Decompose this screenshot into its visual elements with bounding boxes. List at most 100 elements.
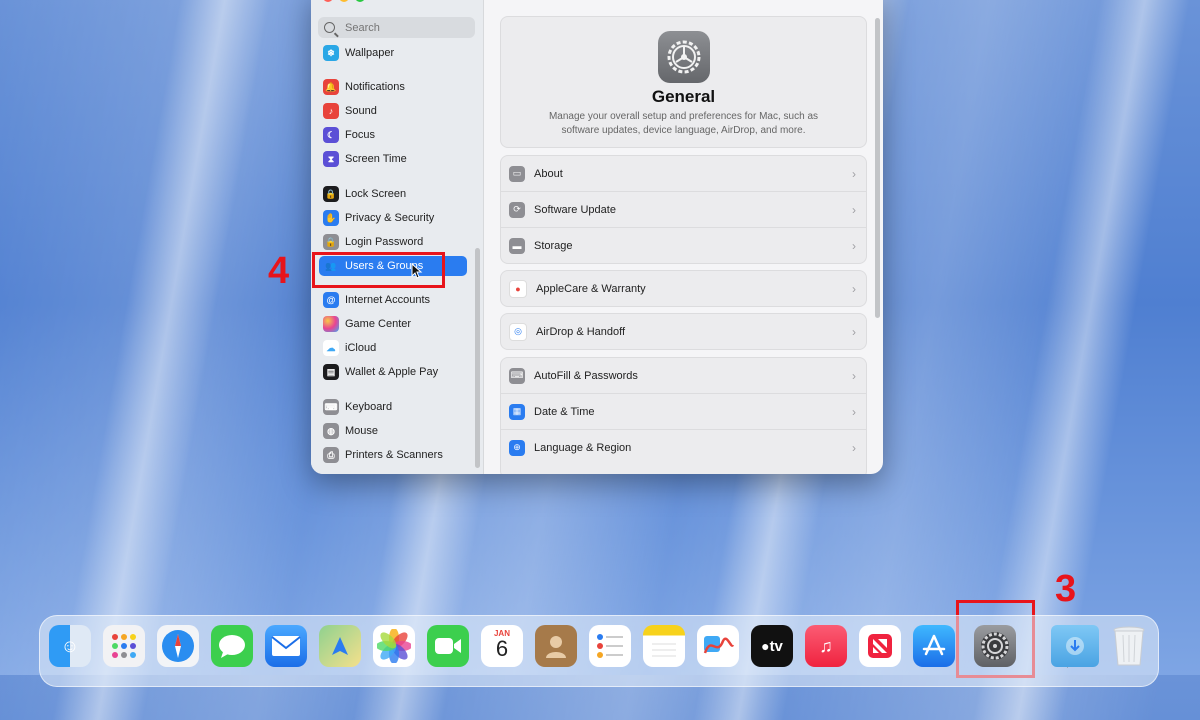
sidebar-item-login-password[interactable]: 🔒 Login Password xyxy=(323,232,465,252)
calendar-icon[interactable]: JAN 6 xyxy=(481,625,523,667)
dock: ☺ JAN 6 ● tv ♫ xyxy=(39,615,1159,687)
finder-icon[interactable]: ☺ xyxy=(49,625,91,667)
main-scrollbar[interactable] xyxy=(875,18,880,318)
row-label: Storage xyxy=(534,239,573,252)
sidebar-item-internet-accounts[interactable]: @ Internet Accounts xyxy=(323,290,465,310)
minimize-button[interactable] xyxy=(339,0,349,2)
sidebar-item-focus[interactable]: ☾ Focus xyxy=(323,125,465,145)
chevron-right-icon: › xyxy=(852,238,856,253)
trash-icon[interactable] xyxy=(1108,625,1150,667)
sidebar-item-label: iCloud xyxy=(345,342,377,354)
gear-icon xyxy=(657,31,710,83)
music-icon[interactable]: ♫ xyxy=(805,625,847,667)
row-applecare[interactable]: ● AppleCare & Warranty › xyxy=(501,271,866,306)
photos-icon[interactable] xyxy=(373,625,415,667)
sidebar-item-icloud[interactable]: ☁ iCloud xyxy=(323,338,465,358)
row-label: Language & Region xyxy=(534,441,632,454)
launchpad-icon[interactable] xyxy=(103,625,145,667)
tv-label: tv xyxy=(769,637,783,655)
sidebar-item-label: Privacy & Security xyxy=(345,212,435,224)
row-storage[interactable]: ▬ Storage › xyxy=(501,228,866,263)
settings-group-2: ● AppleCare & Warranty › xyxy=(500,270,867,307)
notes-icon[interactable] xyxy=(643,625,685,667)
row-about[interactable]: ▭ About › xyxy=(501,156,866,192)
sidebar-item-printers[interactable]: ⎙ Printers & Scanners xyxy=(323,445,465,465)
sidebar-item-screen-time[interactable]: ⧗ Screen Time xyxy=(323,149,465,169)
sidebar-item-privacy-security[interactable]: ✋ Privacy & Security xyxy=(323,208,465,228)
row-software-update[interactable]: ⟳ Software Update › xyxy=(501,192,866,228)
row-label: AirDrop & Handoff xyxy=(536,325,626,338)
sidebar-scrollbar[interactable] xyxy=(475,248,480,468)
chevron-right-icon: › xyxy=(852,166,856,181)
chevron-right-icon: › xyxy=(852,281,856,296)
settings-group-4: ⌨ AutoFill & Passwords › ▦ Date & Time ›… xyxy=(500,357,867,474)
settings-group-1: ▭ About › ⟳ Software Update › ▬ Storage … xyxy=(500,155,867,264)
highlight-box-step-4 xyxy=(312,252,445,288)
row-label: Date & Time xyxy=(534,405,595,418)
printer-icon: ⎙ xyxy=(323,447,339,463)
sidebar-item-sound[interactable]: ♪ Sound xyxy=(323,101,465,121)
keyboard-icon: ⌨ xyxy=(509,367,525,384)
lock-icon: 🔒 xyxy=(323,234,339,250)
sidebar-item-wallet[interactable]: ▤ Wallet & Apple Pay xyxy=(323,362,465,382)
row-label: About xyxy=(534,167,563,180)
maps-icon[interactable] xyxy=(319,625,361,667)
sidebar-item-label: Game Center xyxy=(345,318,412,330)
airdrop-icon: ◎ xyxy=(509,322,527,341)
chevron-right-icon: › xyxy=(852,368,856,383)
row-date-time[interactable]: ▦ Date & Time › xyxy=(501,394,866,430)
safari-icon[interactable] xyxy=(157,625,199,667)
system-settings-icon[interactable] xyxy=(974,625,1016,667)
row-airdrop[interactable]: ◎ AirDrop & Handoff › xyxy=(501,314,866,349)
globe-icon: ⊕ xyxy=(509,439,525,456)
downloads-folder-icon[interactable] xyxy=(1051,625,1099,667)
system-settings-window: ❄ Wallpaper 🔔 Notifications ♪ Sound ☾ Fo… xyxy=(311,0,883,474)
chevron-right-icon: › xyxy=(852,202,856,217)
row-autofill[interactable]: ⌨ AutoFill & Passwords › xyxy=(501,358,866,394)
sidebar-item-notifications[interactable]: 🔔 Notifications xyxy=(323,77,465,97)
apple-logo-icon: ● xyxy=(761,638,770,654)
hourglass-icon: ⧗ xyxy=(323,151,339,167)
messages-icon[interactable] xyxy=(211,625,253,667)
freeform-icon[interactable] xyxy=(697,625,739,667)
row-label: AutoFill & Passwords xyxy=(534,369,638,382)
sidebar-item-wallpaper[interactable]: ❄ Wallpaper xyxy=(323,43,465,63)
chevron-right-icon: › xyxy=(852,324,856,339)
sidebar-item-label: Login Password xyxy=(345,236,424,248)
page-description: Manage your overall setup and preference… xyxy=(548,111,819,136)
sidebar-item-label: Mouse xyxy=(345,425,379,437)
reminders-icon[interactable] xyxy=(589,625,631,667)
sidebar-item-keyboard[interactable]: ⌨ Keyboard xyxy=(323,397,465,417)
sidebar-item-label: Lock Screen xyxy=(345,188,407,200)
search-input[interactable] xyxy=(343,20,467,35)
lock-icon: 🔒 xyxy=(323,186,339,202)
apple-tv-icon[interactable]: ● tv xyxy=(751,625,793,667)
wallpaper-icon: ❄ xyxy=(323,45,339,61)
chevron-right-icon: › xyxy=(852,404,856,419)
calendar-clock-icon: ▦ xyxy=(509,403,525,420)
contacts-icon[interactable] xyxy=(535,625,577,667)
sidebar-item-label: Screen Time xyxy=(345,153,407,165)
step-number-3: 3 xyxy=(1055,568,1077,610)
mail-icon[interactable] xyxy=(265,625,307,667)
speaker-icon: ♪ xyxy=(323,103,339,119)
zoom-button[interactable] xyxy=(355,0,365,2)
search-field[interactable] xyxy=(318,17,475,38)
news-icon[interactable] xyxy=(859,625,901,667)
row-language-region[interactable]: ⊕ Language & Region › xyxy=(501,430,866,465)
app-store-icon[interactable] xyxy=(913,625,955,667)
page-title: General xyxy=(651,87,716,106)
at-icon: @ xyxy=(323,292,339,308)
hand-icon: ✋ xyxy=(323,210,339,226)
laptop-icon: ▭ xyxy=(509,165,525,182)
cloud-icon: ☁ xyxy=(323,340,339,356)
step-number-4: 4 xyxy=(268,250,290,292)
chevron-right-icon: › xyxy=(852,440,856,455)
sidebar-item-label: Keyboard xyxy=(345,401,393,413)
sidebar-item-label: Focus xyxy=(345,129,375,141)
sidebar-item-game-center[interactable]: Game Center xyxy=(323,314,465,334)
close-button[interactable] xyxy=(323,0,333,2)
facetime-icon[interactable] xyxy=(427,625,469,667)
sidebar-item-mouse[interactable]: ◍ Mouse xyxy=(323,421,465,441)
sidebar-item-lock-screen[interactable]: 🔒 Lock Screen xyxy=(323,184,465,204)
